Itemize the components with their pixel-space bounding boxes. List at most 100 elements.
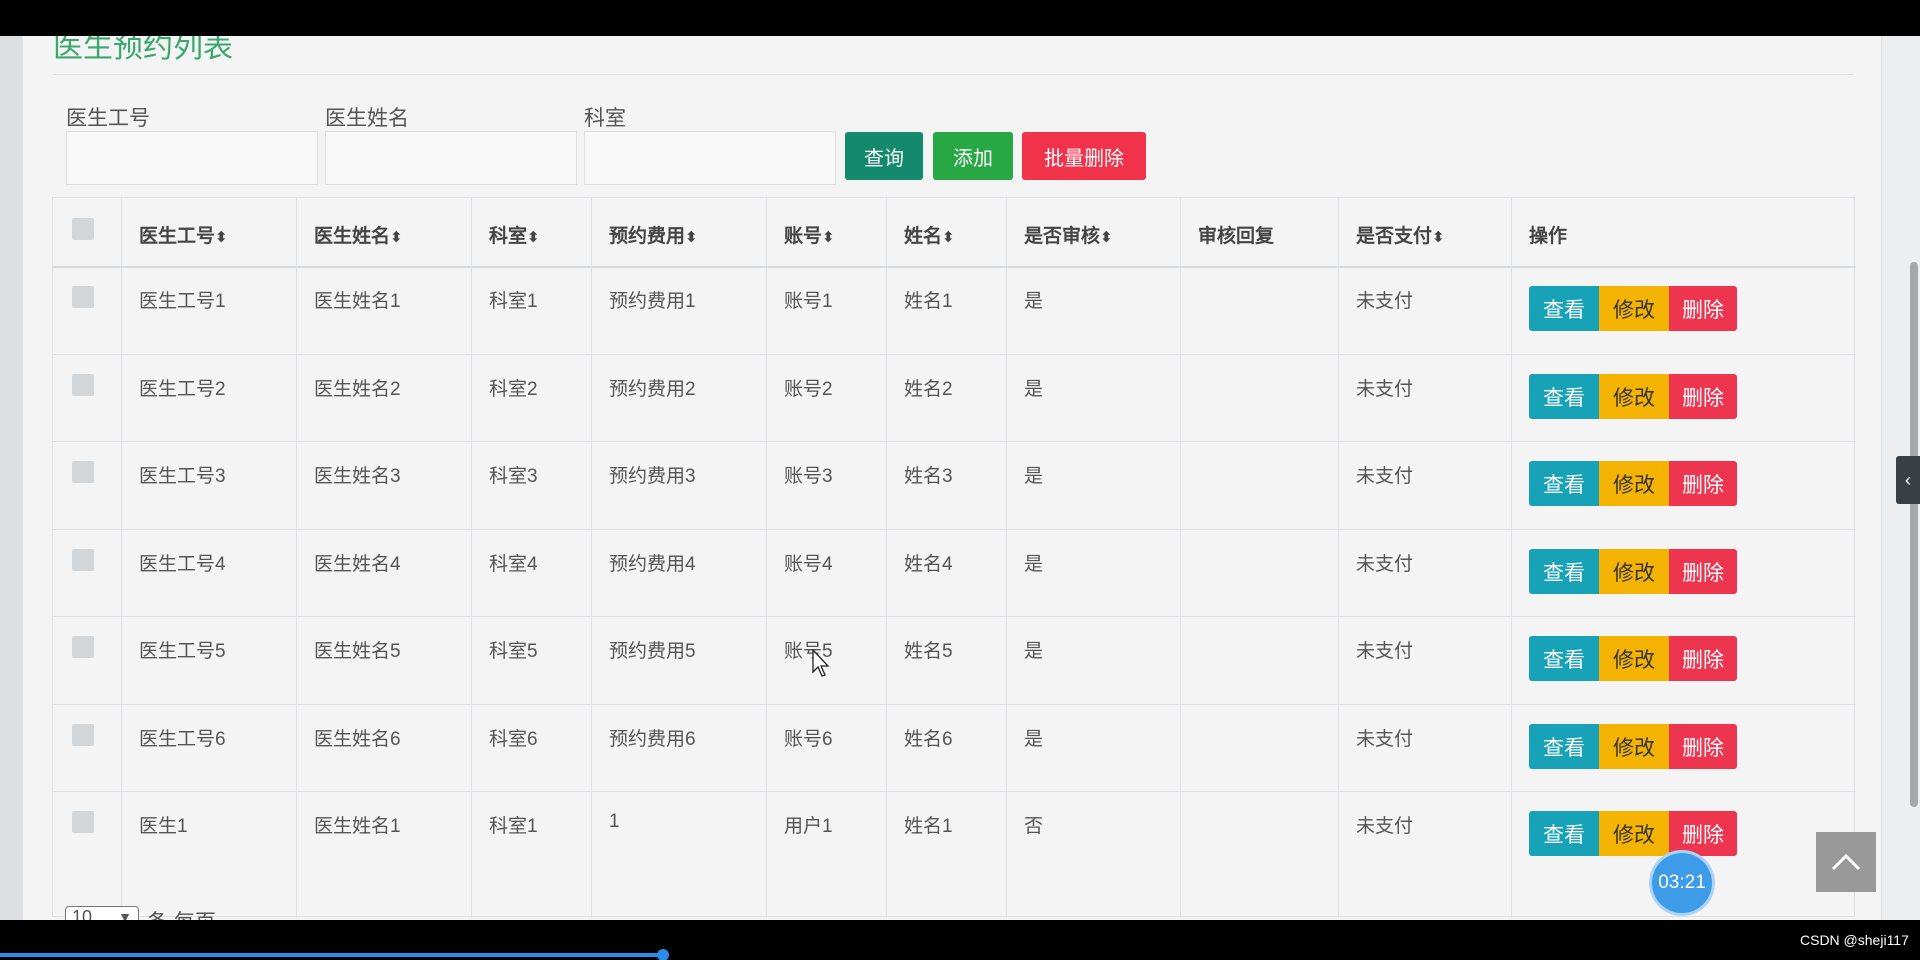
table-cell: 未支付 <box>1356 554 1414 575</box>
per-page-label: 条 每页 <box>147 906 216 920</box>
table-cell: 是 <box>1024 554 1044 575</box>
sort-icon[interactable]: ⬍ <box>685 229 698 246</box>
sidebar-toggle[interactable]: ‹ <box>1896 456 1920 504</box>
table-cell: 医生工号5 <box>139 641 226 662</box>
column-header[interactable]: 审核回复 <box>1198 221 1274 248</box>
mouse-cursor-icon <box>812 649 830 677</box>
table-cell: 医生工号1 <box>139 291 226 312</box>
view-button[interactable]: 查看 <box>1529 549 1599 594</box>
delete-button[interactable]: 删除 <box>1669 286 1737 331</box>
video-progress-handle[interactable] <box>657 949 669 960</box>
column-header[interactable]: 操作 <box>1529 221 1567 248</box>
row-checkbox[interactable] <box>72 636 94 658</box>
delete-button[interactable]: 删除 <box>1669 724 1737 769</box>
sort-icon[interactable]: ⬍ <box>1100 229 1113 246</box>
table-cell: 账号6 <box>784 729 833 750</box>
doctor-name-input[interactable] <box>325 131 577 185</box>
add-button[interactable]: 添加 <box>933 132 1013 180</box>
appointment-table: 医生工号⬍ 医生姓名⬍ 科室⬍ 预约费用⬍ 账号⬍ 姓名⬍ 是否审核⬍ 审核回复 是否支付⬍ 操作… <box>52 197 1856 918</box>
view-button[interactable]: 查看 <box>1529 636 1599 681</box>
view-button[interactable]: 查看 <box>1529 461 1599 506</box>
row-checkbox[interactable] <box>72 549 94 571</box>
view-button[interactable]: 查看 <box>1529 374 1599 419</box>
watermark: CSDN @sheji117 <box>1800 932 1909 948</box>
view-button[interactable]: 查看 <box>1529 286 1599 331</box>
video-progress-bar[interactable] <box>0 953 663 957</box>
filter-label-department: 科室 <box>584 107 626 130</box>
table-cell: 是 <box>1024 729 1044 750</box>
table-cell: 姓名1 <box>904 816 953 837</box>
delete-button[interactable]: 删除 <box>1669 636 1737 681</box>
sort-icon[interactable]: ⬍ <box>527 229 540 246</box>
content-panel: 医生预约列表 医生工号 医生姓名 科室 查询 添加 批量删除 医生工号⬍ 医生姓名… <box>22 36 1882 920</box>
delete-button[interactable]: 删除 <box>1669 461 1737 506</box>
column-header-label: 操作 <box>1529 226 1568 247</box>
sort-icon[interactable]: ⬍ <box>822 229 835 246</box>
edit-button[interactable]: 修改 <box>1599 549 1669 594</box>
department-input[interactable] <box>584 131 836 185</box>
table-cell: 医生姓名1 <box>314 291 401 312</box>
table-cell: 医生姓名4 <box>314 554 401 575</box>
table-cell: 预约费用3 <box>609 466 696 487</box>
table-cell: 未支付 <box>1356 641 1414 662</box>
edit-button[interactable]: 修改 <box>1599 286 1669 331</box>
edit-button[interactable]: 修改 <box>1599 724 1669 769</box>
vertical-scrollbar[interactable] <box>1910 262 1918 807</box>
row-checkbox[interactable] <box>72 811 94 833</box>
table-cell: 医生工号2 <box>139 379 226 400</box>
back-to-top-button[interactable] <box>1816 832 1876 892</box>
doctor-id-input[interactable] <box>66 131 318 185</box>
table-cell: 医生工号6 <box>139 729 226 750</box>
column-header[interactable]: 姓名⬍ <box>904 221 955 248</box>
column-header[interactable]: 是否审核⬍ <box>1024 221 1113 248</box>
table-cell: 未支付 <box>1356 379 1414 400</box>
row-checkbox[interactable] <box>72 286 94 308</box>
page-title: 医生预约列表 <box>53 36 233 64</box>
table-cell: 账号2 <box>784 379 833 400</box>
table-cell: 姓名5 <box>904 641 953 662</box>
delete-button[interactable]: 删除 <box>1669 549 1737 594</box>
row-checkbox[interactable] <box>72 724 94 746</box>
row-checkbox[interactable] <box>72 461 94 483</box>
sort-icon[interactable]: ⬍ <box>942 229 955 246</box>
table-cell: 科室3 <box>489 466 538 487</box>
page-size-select[interactable]: 10 ▼ <box>65 906 139 920</box>
column-header[interactable]: 医生工号⬍ <box>139 221 228 248</box>
sort-icon[interactable]: ⬍ <box>390 229 403 246</box>
edit-button[interactable]: 修改 <box>1599 374 1669 419</box>
column-header[interactable]: 是否支付⬍ <box>1356 221 1445 248</box>
table-cell: 是 <box>1024 379 1044 400</box>
select-all-checkbox[interactable] <box>72 218 94 240</box>
table-cell: 科室1 <box>489 291 538 312</box>
table-cell: 医生姓名5 <box>314 641 401 662</box>
table-cell: 姓名1 <box>904 291 953 312</box>
delete-button[interactable]: 删除 <box>1669 374 1737 419</box>
view-button[interactable]: 查看 <box>1529 724 1599 769</box>
table-cell: 未支付 <box>1356 729 1414 750</box>
table-cell: 科室1 <box>489 816 538 837</box>
delete-button[interactable]: 删除 <box>1669 811 1737 856</box>
sort-icon[interactable]: ⬍ <box>1432 229 1445 246</box>
column-header[interactable]: 预约费用⬍ <box>609 221 698 248</box>
column-header-label: 是否审核 <box>1024 226 1101 247</box>
chevron-down-icon: ▼ <box>118 909 132 920</box>
edit-button[interactable]: 修改 <box>1599 811 1669 856</box>
column-header[interactable]: 科室⬍ <box>489 221 540 248</box>
table-cell: 科室4 <box>489 554 538 575</box>
column-header[interactable]: 账号⬍ <box>784 221 835 248</box>
edit-button[interactable]: 修改 <box>1599 461 1669 506</box>
query-button[interactable]: 查询 <box>845 132 923 180</box>
batch-delete-button[interactable]: 批量删除 <box>1022 132 1146 180</box>
table-cell: 科室5 <box>489 641 538 662</box>
row-checkbox[interactable] <box>72 374 94 396</box>
edit-button[interactable]: 修改 <box>1599 636 1669 681</box>
sort-icon[interactable]: ⬍ <box>215 229 228 246</box>
table-cell: 账号3 <box>784 466 833 487</box>
column-header[interactable]: 医生姓名⬍ <box>314 221 403 248</box>
page-size-value: 10 <box>72 907 93 920</box>
view-button[interactable]: 查看 <box>1529 811 1599 856</box>
table-cell: 未支付 <box>1356 816 1414 837</box>
table-cell: 是 <box>1024 291 1044 312</box>
table-cell: 姓名4 <box>904 554 953 575</box>
table-cell: 是 <box>1024 466 1044 487</box>
